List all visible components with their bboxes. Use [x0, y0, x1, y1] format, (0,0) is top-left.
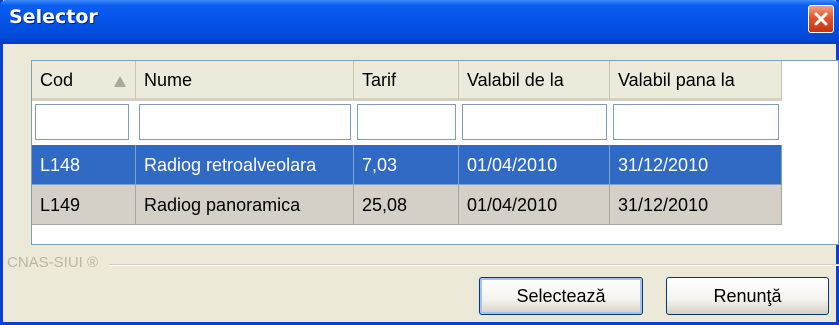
column-header-label: Tarif	[362, 70, 397, 90]
title-bar[interactable]: Selector	[0, 0, 839, 44]
cell-cod: L148	[32, 145, 136, 185]
cell-valabil-de-la: 01/04/2010	[459, 145, 610, 185]
filter-cell-valabil-pana-la	[610, 101, 782, 145]
cell-valabil-de-la: 01/04/2010	[459, 185, 610, 225]
cell-cod: L149	[32, 185, 136, 225]
cell-nume: Radiog panoramica	[136, 185, 354, 225]
results-grid[interactable]: Cod Nume Tarif Valabil de la Valabil pan…	[31, 60, 839, 245]
column-header-valabil-de-la[interactable]: Valabil de la	[459, 61, 610, 101]
filter-input-cod[interactable]	[35, 104, 129, 140]
cell-nume: Radiog retroalveolara	[136, 145, 354, 185]
column-header-label: Nume	[144, 70, 193, 90]
close-button[interactable]	[808, 5, 834, 33]
table-row[interactable]: L149 Radiog panoramica 25,08 01/04/2010 …	[32, 185, 782, 225]
select-button[interactable]: Selectează	[479, 277, 643, 315]
cell-tarif: 25,08	[354, 185, 459, 225]
window-title: Selector	[9, 6, 98, 28]
column-header-valabil-pana-la[interactable]: Valabil pana la	[610, 61, 782, 101]
sort-ascending-icon	[114, 76, 126, 87]
filter-cell-tarif	[354, 101, 459, 145]
filter-cell-valabil-de-la	[459, 101, 610, 145]
group-label: CNAS-SIUI ®	[7, 254, 99, 271]
column-header-label: Cod	[40, 70, 74, 90]
selector-dialog: Selector Cod Nume Tarif Valabil de la Va…	[0, 0, 839, 325]
filter-cell-cod	[32, 101, 136, 145]
filter-input-tarif[interactable]	[357, 104, 456, 140]
filter-cell-nume	[136, 101, 354, 145]
table-row[interactable]: L148 Radiog retroalveolara 7,03 01/04/20…	[32, 145, 782, 185]
column-header-label: Valabil de la	[467, 70, 564, 90]
column-header-nume[interactable]: Nume	[136, 61, 354, 101]
filter-input-valabil-de-la[interactable]	[462, 104, 607, 140]
filter-input-valabil-pana-la[interactable]	[613, 104, 779, 140]
cell-valabil-pana-la: 31/12/2010	[610, 185, 782, 225]
group-divider	[109, 264, 839, 266]
cancel-button[interactable]: Renunţă	[666, 277, 829, 315]
close-icon	[814, 12, 828, 26]
filter-input-nume[interactable]	[139, 104, 351, 140]
column-header-cod[interactable]: Cod	[32, 61, 136, 101]
column-header-label: Valabil pana la	[618, 70, 735, 90]
cell-valabil-pana-la: 31/12/2010	[610, 145, 782, 185]
column-header-tarif[interactable]: Tarif	[354, 61, 459, 101]
cell-tarif: 7,03	[354, 145, 459, 185]
